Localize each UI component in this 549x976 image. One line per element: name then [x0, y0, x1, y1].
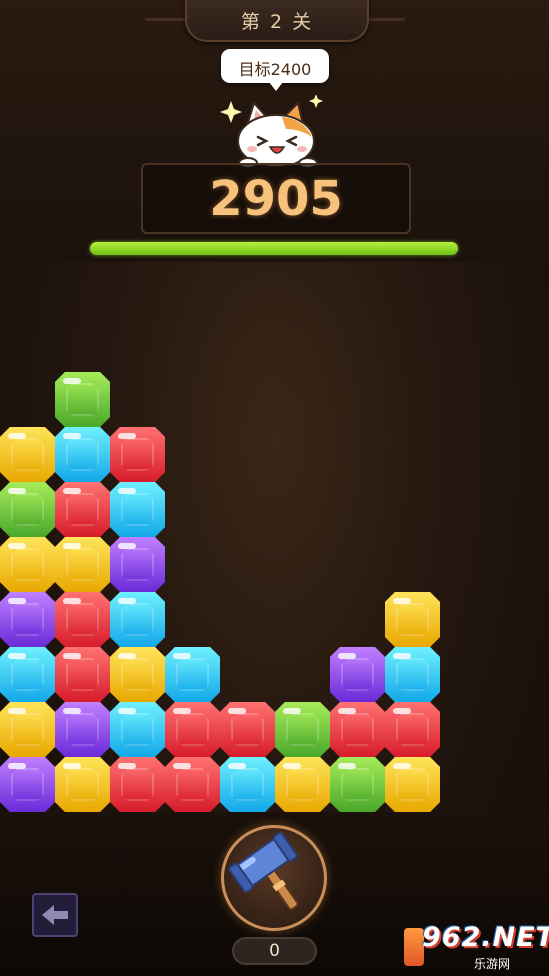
hammer-icon [228, 831, 299, 911]
gem-blue[interactable] [110, 702, 165, 757]
gem-green[interactable] [275, 702, 330, 757]
watermark-sub: 乐游网 [474, 957, 511, 971]
gem-red[interactable] [220, 702, 275, 757]
gem-board[interactable] [0, 262, 549, 822]
gem-yellow[interactable] [55, 537, 110, 592]
back-button[interactable] [32, 893, 78, 937]
target-bubble: 目标2400 [221, 49, 329, 91]
gem-blue[interactable] [110, 592, 165, 647]
arrow-left-icon [42, 905, 68, 925]
gem-red[interactable] [110, 427, 165, 482]
hammer-count: 0 [232, 937, 317, 965]
score-value: 2905 [209, 171, 343, 227]
gem-blue[interactable] [55, 427, 110, 482]
gem-red[interactable] [385, 702, 440, 757]
gem-red[interactable] [165, 757, 220, 812]
gem-purple[interactable] [330, 647, 385, 702]
gem-purple[interactable] [110, 537, 165, 592]
hammer-booster-button[interactable] [221, 825, 327, 931]
cat-mascot-icon [220, 95, 323, 167]
score-progress-fill [90, 242, 458, 255]
gem-red[interactable] [55, 647, 110, 702]
score-panel: 2905 [141, 163, 411, 234]
gem-yellow[interactable] [0, 427, 55, 482]
gem-red[interactable] [55, 592, 110, 647]
gem-purple[interactable] [55, 702, 110, 757]
score-progress-bar [90, 242, 458, 255]
gem-yellow[interactable] [110, 647, 165, 702]
gem-blue[interactable] [165, 647, 220, 702]
gem-blue[interactable] [220, 757, 275, 812]
gem-blue[interactable] [385, 647, 440, 702]
gem-purple[interactable] [0, 592, 55, 647]
gem-green[interactable] [330, 757, 385, 812]
level-label: 第 2 关 [240, 11, 314, 33]
target-label: 目标2400 [238, 60, 312, 79]
gem-blue[interactable] [0, 647, 55, 702]
gem-yellow[interactable] [55, 757, 110, 812]
gem-yellow[interactable] [385, 757, 440, 812]
gem-red[interactable] [110, 757, 165, 812]
gem-red[interactable] [330, 702, 385, 757]
gem-blue[interactable] [110, 482, 165, 537]
gem-yellow[interactable] [0, 537, 55, 592]
watermark-logo: 962.NET 乐游网 [404, 922, 549, 972]
gem-red[interactable] [165, 702, 220, 757]
gem-green[interactable] [0, 482, 55, 537]
watermark-brand: 962.NET [422, 922, 549, 953]
gem-yellow[interactable] [385, 592, 440, 647]
gem-red[interactable] [55, 482, 110, 537]
level-tab: 第 2 关 [185, 0, 369, 42]
gem-green[interactable] [55, 372, 110, 427]
gem-yellow[interactable] [275, 757, 330, 812]
gem-yellow[interactable] [0, 702, 55, 757]
watermark-badge [404, 928, 424, 966]
gem-purple[interactable] [0, 757, 55, 812]
